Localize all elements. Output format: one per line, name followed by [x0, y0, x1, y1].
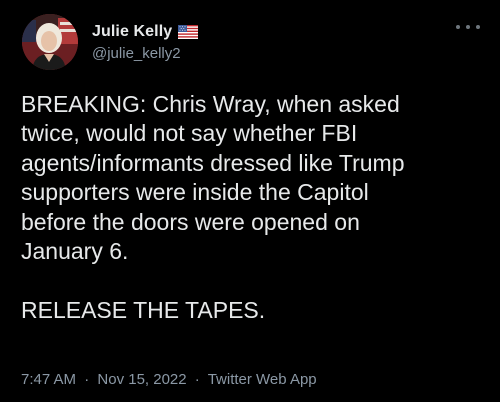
meta-separator: · [194, 371, 200, 388]
tweet-date[interactable]: Nov 15, 2022 [97, 371, 186, 388]
more-dot [456, 25, 460, 29]
tweet-text: BREAKING: Chris Wray, when asked twice, … [21, 91, 405, 323]
more-dot [466, 25, 470, 29]
tweet-card: Julie Kelly @julie_kelly2 BREAKING: Chri… [0, 0, 500, 402]
author-handle[interactable]: @julie_kelly2 [92, 45, 181, 62]
us-flag-icon [178, 25, 199, 39]
tweet-source-app[interactable]: Twitter Web App [208, 371, 317, 388]
avatar-image [22, 14, 78, 70]
avatar[interactable] [22, 14, 78, 70]
tweet-metadata: 7:47 AM · Nov 15, 2022 · Twitter Web App [21, 371, 317, 388]
more-dot [476, 25, 480, 29]
meta-separator: · [84, 371, 90, 388]
more-options-icon[interactable] [456, 20, 480, 34]
author-display-name[interactable]: Julie Kelly [92, 23, 172, 41]
tweet-time[interactable]: 7:47 AM [21, 371, 76, 388]
author-name-row: Julie Kelly [92, 22, 199, 42]
